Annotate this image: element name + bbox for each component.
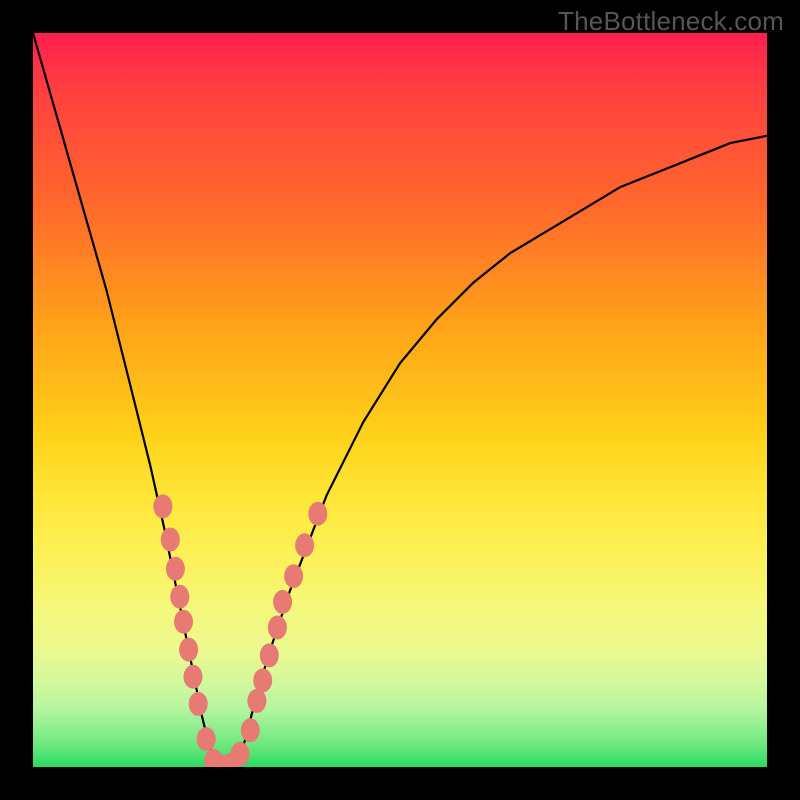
data-marker xyxy=(179,638,198,662)
data-marker xyxy=(166,557,185,581)
chart-frame: TheBottleneck.com xyxy=(0,0,800,800)
data-marker xyxy=(161,528,180,552)
data-marker xyxy=(284,564,303,588)
data-marker xyxy=(170,585,189,609)
watermark-text: TheBottleneck.com xyxy=(558,6,784,37)
data-marker xyxy=(174,610,193,634)
data-marker xyxy=(273,590,292,614)
data-marker xyxy=(184,665,203,689)
curve-overlay xyxy=(33,33,767,767)
data-marker xyxy=(247,689,266,713)
data-marker xyxy=(231,742,250,766)
data-marker xyxy=(268,616,287,640)
data-marker xyxy=(253,668,272,692)
data-marker xyxy=(241,718,260,742)
data-marker xyxy=(308,502,327,526)
marker-group xyxy=(153,494,327,767)
bottleneck-curve-line xyxy=(33,33,767,767)
data-marker xyxy=(197,727,216,751)
data-marker xyxy=(153,494,172,518)
data-marker xyxy=(295,533,314,557)
data-marker xyxy=(189,692,208,716)
data-marker xyxy=(260,643,279,667)
